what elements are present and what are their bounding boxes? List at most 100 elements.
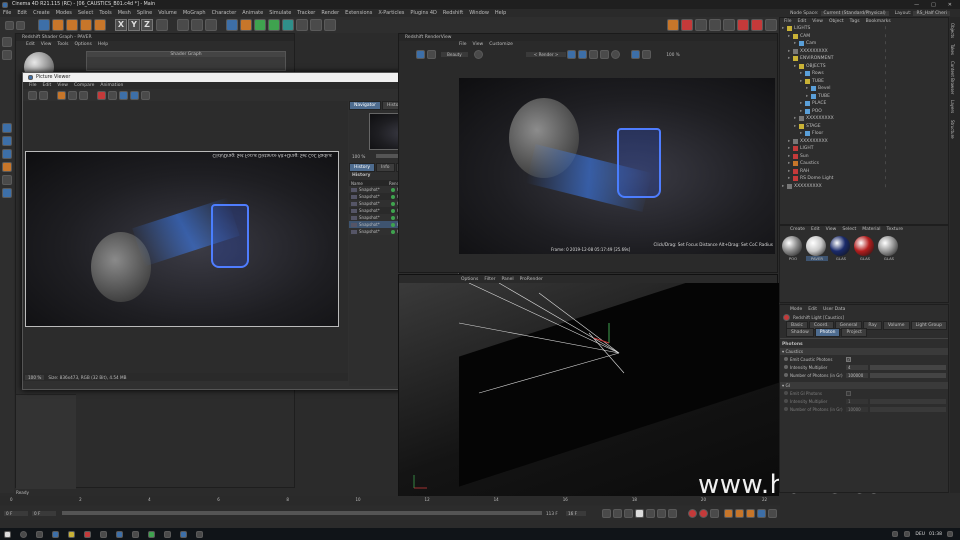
close-button[interactable]: ✕: [948, 2, 952, 8]
key-scale-icon[interactable]: [746, 508, 755, 518]
record-icon[interactable]: [688, 508, 697, 518]
redshift-icon-4[interactable]: [709, 19, 721, 31]
visibility-dots-icon[interactable]: ⁝: [885, 154, 886, 159]
om-menu-tags[interactable]: Tags: [850, 19, 860, 24]
redshift-icon-8[interactable]: [765, 19, 777, 31]
timeline-ruler[interactable]: 0 2 4 6 8 10 12 14 16 18 20 22: [10, 496, 770, 505]
om-menu-bookmarks[interactable]: Bookmarks: [866, 19, 891, 24]
redshift-icon-7[interactable]: [751, 19, 763, 31]
next-key-icon[interactable]: [657, 508, 666, 518]
taskbar-app-9-icon[interactable]: [180, 530, 187, 538]
am-caustics-header[interactable]: ▾ Caustics: [780, 348, 948, 355]
material-swatch[interactable]: GLAS: [830, 236, 852, 261]
taskbar-app-7-icon[interactable]: [148, 530, 155, 538]
subdivision-icon[interactable]: [254, 19, 266, 31]
om-tree-item[interactable]: ▸ POO ⁝: [782, 108, 948, 116]
rv-color-icon[interactable]: [473, 49, 483, 59]
model-mode-icon[interactable]: [2, 50, 12, 60]
notification-icon[interactable]: [947, 531, 953, 537]
key-pla-icon[interactable]: [768, 508, 777, 518]
rv-zoom-value[interactable]: 100 %: [666, 52, 679, 57]
rv-focus-icon[interactable]: [631, 49, 641, 59]
visibility-dots-icon[interactable]: ⁝: [885, 116, 886, 121]
redo-icon[interactable]: [16, 20, 25, 30]
pv-menu-edit[interactable]: Edit: [43, 83, 52, 88]
make-editable-icon[interactable]: [2, 37, 12, 47]
cloner-icon[interactable]: [268, 19, 280, 31]
menu-create[interactable]: Create: [33, 10, 50, 16]
menu-mograph[interactable]: MoGraph: [183, 10, 206, 16]
visibility-dots-icon[interactable]: ⁝: [885, 131, 886, 136]
rotate-tool-icon[interactable]: [80, 19, 92, 31]
right-tab-content-browser[interactable]: Content Browser: [950, 61, 955, 94]
mm-menu-create[interactable]: Create: [790, 227, 805, 232]
key-rot-icon[interactable]: [735, 508, 744, 518]
redshift-icon-2[interactable]: [681, 19, 693, 31]
sg-menu-edit[interactable]: Edit: [26, 42, 35, 47]
menu-character[interactable]: Character: [212, 10, 237, 16]
node-space-dropdown[interactable]: Current (Standard/Physical): [820, 10, 889, 16]
axis-y-button[interactable]: Y: [128, 19, 140, 31]
am-tab-shadow[interactable]: Shadow: [786, 328, 814, 337]
edges-mode-icon[interactable]: [2, 136, 12, 146]
visibility-dots-icon[interactable]: ⁝: [885, 169, 886, 174]
param-anim-dot-icon[interactable]: [784, 399, 788, 403]
axis-x-button[interactable]: X: [115, 19, 127, 31]
pv-tool-icon[interactable]: [141, 90, 150, 100]
minimize-button[interactable]: —: [914, 2, 919, 8]
vp-menu-options[interactable]: Options: [461, 277, 478, 282]
om-menu-edit[interactable]: Edit: [798, 19, 807, 24]
shader-graph-node[interactable]: Shader Graph: [86, 51, 286, 71]
range-slider[interactable]: [62, 511, 542, 515]
light-icon[interactable]: [324, 19, 336, 31]
pv-fit-icon[interactable]: [130, 90, 139, 100]
om-menu-view[interactable]: View: [812, 19, 823, 24]
rv-menu-view[interactable]: View: [473, 42, 484, 47]
max-frame-field[interactable]: 113 F: [546, 511, 566, 516]
next-frame-icon[interactable]: [646, 508, 655, 518]
rv-mode-dropdown[interactable]: Beauty: [441, 51, 468, 57]
pv-stop-icon[interactable]: [68, 90, 77, 100]
menu-file[interactable]: File: [3, 10, 11, 16]
pv-save-icon[interactable]: [39, 90, 48, 100]
menu-render[interactable]: Render: [321, 10, 339, 16]
am-menu-mode[interactable]: Mode: [790, 307, 802, 312]
om-tree-item[interactable]: ▸ LIGHT ⁝: [782, 145, 948, 153]
param-slider[interactable]: [870, 406, 946, 412]
taskbar-app-2-icon[interactable]: [68, 530, 75, 538]
om-tree-item[interactable]: ▸ TUBE ⁝: [782, 93, 948, 101]
pv-col-name[interactable]: Name: [349, 181, 389, 186]
om-tree-item[interactable]: ▸ OBJECTS ⁝: [782, 63, 948, 71]
undo-icon[interactable]: [5, 20, 14, 30]
right-tab-takes[interactable]: Takes: [950, 44, 955, 55]
visibility-dots-icon[interactable]: ⁝: [885, 94, 886, 99]
om-tree-item[interactable]: ▸ RS Dome Light ⁝: [782, 175, 948, 183]
am-gi-header[interactable]: ▾ GI: [780, 382, 948, 389]
taskbar-app-3-icon[interactable]: [84, 530, 91, 538]
scene-icon[interactable]: [296, 19, 308, 31]
visibility-dots-icon[interactable]: ⁝: [885, 86, 886, 91]
camera-icon[interactable]: [310, 19, 322, 31]
menu-select[interactable]: Select: [78, 10, 93, 16]
visibility-dots-icon[interactable]: ⁝: [885, 56, 886, 61]
deformer-icon[interactable]: [282, 19, 294, 31]
mm-menu-material[interactable]: Material: [862, 227, 880, 232]
am-tab-photon[interactable]: Photon: [814, 328, 841, 337]
pen-icon[interactable]: [240, 19, 252, 31]
tray-language[interactable]: DEU: [915, 532, 925, 537]
am-menu-userdata[interactable]: User Data: [823, 307, 845, 312]
pv-zoom-value[interactable]: 100 %: [349, 154, 368, 159]
taskbar-app-8-icon[interactable]: [164, 530, 171, 538]
pv-tab-info[interactable]: Info: [376, 162, 395, 172]
param-slider[interactable]: [870, 372, 946, 378]
param-number-field[interactable]: 10000: [846, 406, 868, 412]
om-tree-item[interactable]: ▸ Floor ⁝: [782, 130, 948, 138]
taskbar-app-4-icon[interactable]: [100, 530, 107, 538]
pv-compare-icon[interactable]: [97, 90, 106, 100]
visibility-dots-icon[interactable]: ⁝: [885, 101, 886, 106]
cube-icon[interactable]: [226, 19, 238, 31]
taskbar-app-1-icon[interactable]: [52, 530, 59, 538]
current-frame-field[interactable]: 0 F: [32, 510, 56, 516]
polygons-mode-icon[interactable]: [2, 149, 12, 159]
axis-z-button[interactable]: Z: [141, 19, 153, 31]
